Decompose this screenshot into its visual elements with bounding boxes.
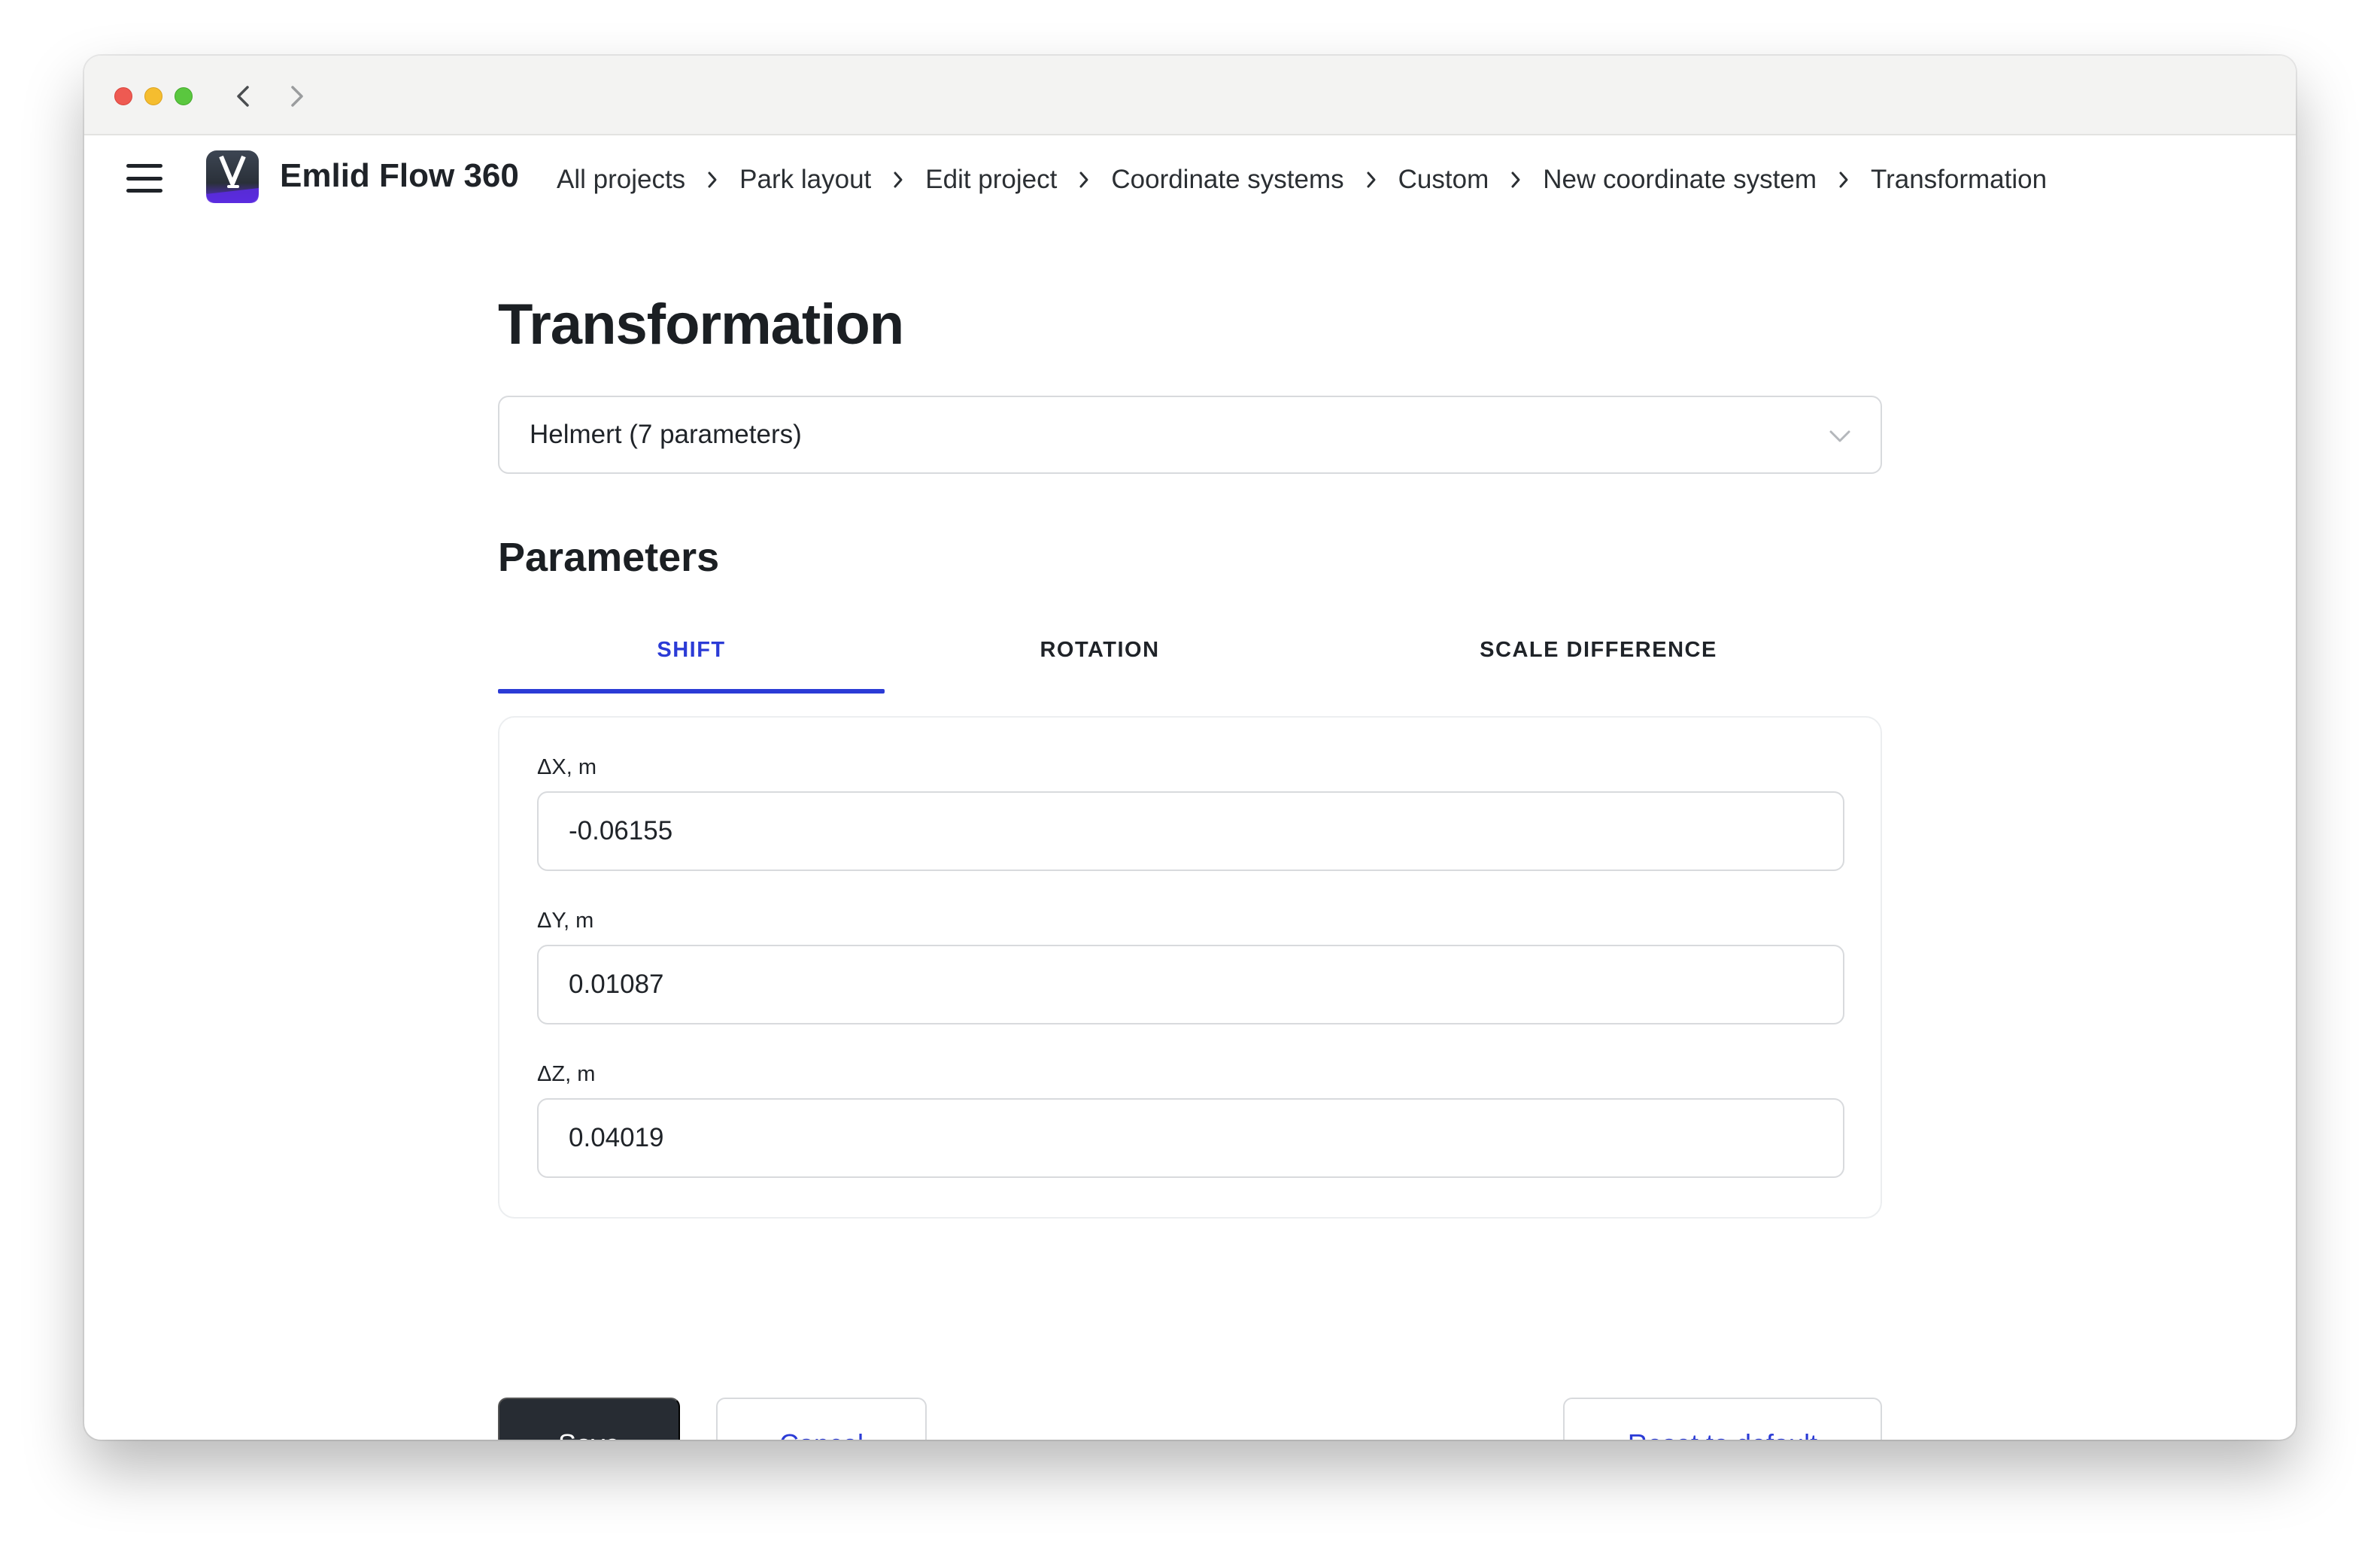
breadcrumb-custom[interactable]: Custom — [1398, 161, 1489, 199]
breadcrumb-transformation: Transformation — [1871, 165, 2048, 194]
chevron-right-icon — [1817, 161, 1871, 199]
chevron-right-icon — [1489, 161, 1543, 199]
active-tab-indicator — [498, 689, 885, 694]
chevron-down-icon — [1826, 423, 1853, 450]
menu-icon[interactable] — [123, 159, 165, 197]
delta-z-input[interactable]: 0.04019 — [537, 1098, 1844, 1178]
delta-x-label: ΔX, m — [537, 755, 597, 779]
emlid-flow-logo-icon — [205, 149, 260, 205]
reset-to-default-button[interactable]: Reset to default — [1563, 1398, 1882, 1440]
parameters-heading: Parameters — [498, 535, 720, 580]
delta-y-input[interactable]: 0.01087 — [537, 945, 1844, 1024]
delta-x-input[interactable]: -0.06155 — [537, 791, 1844, 871]
tab-scale-difference[interactable]: SCALE DIFFERENCE — [1315, 608, 1882, 692]
minimize-window-button[interactable] — [144, 87, 162, 105]
breadcrumb-edit-project[interactable]: Edit project — [925, 161, 1057, 199]
transformation-type-value: Helmert (7 parameters) — [530, 420, 802, 449]
chevron-right-icon — [1057, 161, 1111, 199]
delta-y-label: ΔY, m — [537, 909, 594, 933]
chevron-right-icon — [1344, 161, 1398, 199]
cancel-button[interactable]: Cancel — [716, 1398, 927, 1440]
back-arrow-icon[interactable] — [226, 78, 262, 114]
tab-shift[interactable]: SHIFT — [498, 608, 885, 692]
chevron-right-icon — [685, 161, 739, 199]
app-name: Emlid Flow 360 — [280, 157, 519, 194]
save-button[interactable]: Save — [498, 1398, 680, 1440]
browser-window: Emlid Flow 360 All projects Park layout … — [84, 56, 2296, 1440]
app-header: Emlid Flow 360 All projects Park layout … — [84, 137, 2296, 220]
breadcrumb-new-coordinate-system[interactable]: New coordinate system — [1543, 161, 1817, 199]
maximize-window-button[interactable] — [175, 87, 193, 105]
page-title: Transformation — [498, 293, 904, 357]
forward-arrow-icon[interactable] — [278, 78, 314, 114]
close-window-button[interactable] — [114, 87, 132, 105]
delta-z-label: ΔZ, m — [537, 1062, 596, 1086]
window-titlebar — [84, 56, 2296, 135]
chevron-right-icon — [871, 161, 925, 199]
breadcrumb-coordinate-systems[interactable]: Coordinate systems — [1111, 161, 1343, 199]
transformation-type-select[interactable]: Helmert (7 parameters) — [498, 396, 1882, 474]
breadcrumb-park-layout[interactable]: Park layout — [739, 161, 871, 199]
breadcrumb: All projects Park layout Edit project Co… — [557, 161, 2047, 199]
shift-parameters-card: ΔX, m -0.06155 ΔY, m 0.01087 ΔZ, m 0.040… — [498, 716, 1882, 1219]
breadcrumb-all-projects[interactable]: All projects — [557, 161, 685, 199]
parameter-tabs: SHIFT ROTATION SCALE DIFFERENCE — [498, 608, 1882, 694]
tab-rotation[interactable]: ROTATION — [885, 608, 1315, 692]
